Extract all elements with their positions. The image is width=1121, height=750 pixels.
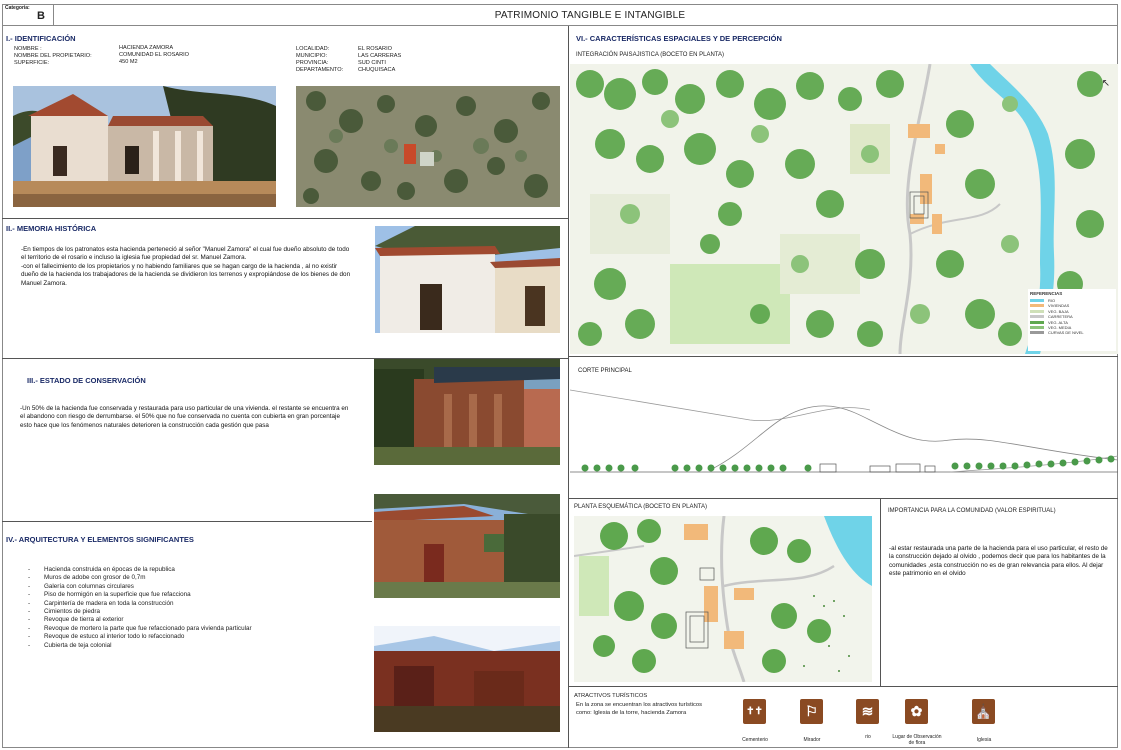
church-label: Iglesia — [976, 737, 992, 743]
legend-label: VEG. ALTA — [1048, 319, 1068, 325]
svg-text:↖: ↖ — [1102, 78, 1110, 89]
river-label: rio — [865, 734, 871, 740]
estado-title: III.- ESTADO DE CONSERVACIÓN — [27, 376, 146, 385]
value-departamento: CHUQUISACA — [358, 67, 396, 73]
atractivos-title: ATRACTIVOS TURÍSTICOS — [574, 693, 648, 699]
aerial-photo — [296, 86, 560, 207]
legend-swatch — [1030, 315, 1044, 319]
main-divider — [568, 26, 569, 748]
arquitectura-title: IV.- ARQUITECTURA Y ELEMENTOS SIGNIFICAN… — [6, 535, 194, 544]
legend-label: CURVAS DE NIVEL — [1048, 330, 1084, 336]
legend-label: CARRETERA — [1048, 314, 1073, 320]
value-superficie: 450 M2 — [119, 59, 138, 65]
estado-text: -Un 50% de la hacienda fue conservada y … — [20, 405, 349, 429]
list-item: Muros de adobe con grosor de 0,7m — [22, 574, 352, 583]
memoria-paragraph-2: -con el fallecimiento de los propietario… — [21, 262, 351, 287]
section-drawing — [569, 380, 1119, 490]
document-title: PATRIMONIO TANGIBLE E INTANGIBLE — [494, 10, 686, 21]
legend-items: RIO VIVIENDAS VEG. BAJA CARRETERA VEG. A… — [1030, 298, 1084, 336]
value-nombre: HACIENDA ZAMORA — [119, 45, 174, 51]
schematic-plan-map — [574, 516, 872, 682]
cemetery-label: Cementerio — [742, 737, 768, 743]
importancia-title: IMPORTANCIA PARA LA COMUNIDAD (VALOR ESP… — [888, 508, 1056, 514]
legend-title: REFERENCIAS — [1030, 291, 1063, 296]
list-item: Galería con columnas circulares — [22, 583, 352, 592]
label-nombre: NOMBRE : — [14, 46, 42, 52]
corte-title: CORTE PRINCIPAL — [578, 368, 632, 374]
legend-swatch — [1030, 299, 1044, 302]
memoria-title: II.- MEMORIA HISTÓRICA — [6, 224, 97, 233]
legend-label: VEG. BAJA — [1048, 308, 1069, 314]
divider-after-estado — [2, 521, 372, 522]
legend-swatch — [1030, 304, 1044, 308]
legend-swatch — [1030, 320, 1044, 324]
label-superficie: SUPERFICIE: — [14, 60, 50, 66]
list-item: Revoque de estuco al interior todo lo re… — [22, 633, 352, 642]
legend-swatch — [1030, 331, 1044, 335]
planta-title: PLANTA ESQUEMÁTICA (BOCETO EN PLANTA) — [574, 504, 708, 510]
architecture-photo-1 — [374, 494, 560, 598]
church-icon: ⛪ — [972, 699, 995, 724]
caracteristicas-title: VI.- CARACTERÍSTICAS ESPACIALES Y DE PER… — [576, 34, 782, 43]
identificacion-title: I.- IDENTIFICACIÓN — [6, 34, 76, 43]
hacienda-side-photo — [375, 226, 560, 333]
category-label: Categoria: — [5, 5, 30, 11]
legend-label: VEG. MEDIA — [1048, 325, 1072, 331]
flora-icon: ✿ — [905, 699, 928, 724]
atractivos-text: En la zona se encuentran los atractivos … — [576, 702, 702, 716]
legend-swatch — [1030, 326, 1044, 330]
divider-planta-importancia — [880, 498, 881, 686]
memoria-text: -En tiempos de los patronatos esta hacie… — [21, 246, 351, 288]
category-value: B — [37, 10, 45, 22]
list-item: Carpintería de madera en toda la constru… — [22, 600, 352, 609]
hacienda-facade-photo — [13, 86, 276, 207]
list-item: Revoque de tierra al exterior — [22, 616, 352, 625]
list-item: Piso de hormigón en la superficie que fu… — [22, 591, 352, 600]
conservation-photo — [374, 359, 560, 465]
label-propietario: NOMBRE DEL PROPIETARIO: — [14, 53, 92, 59]
divider-after-corte — [568, 498, 1118, 499]
value-propietario: COMUNIDAD EL ROSARIO — [119, 52, 190, 58]
integracion-subtitle: INTEGRACIÓN PAISAJISTICA (BOCETO EN PLAN… — [576, 52, 725, 58]
value-provincia: SUD CINTI — [358, 60, 386, 66]
identificacion-left-labels: NOMBRE : NOMBRE DEL PROPIETARIO: SUPERFI… — [14, 46, 134, 67]
map-legend: REFERENCIAS RIO VIVIENDAS VEG. BAJA CARR… — [1028, 289, 1116, 351]
legend-label: RIO — [1048, 298, 1056, 303]
arquitectura-list: Hacienda construida en épocas de la repu… — [22, 566, 352, 650]
value-localidad: EL ROSARIO — [358, 46, 392, 52]
identificacion-right-values: EL ROSARIO LAS CARRERAS SUD CINTI CHUQUI… — [358, 46, 478, 74]
viewpoint-glyph: ⚐ — [805, 703, 818, 719]
divider-after-identificacion — [2, 218, 568, 219]
legend-swatch — [1030, 309, 1044, 313]
viewpoint-icon: ⚐ — [800, 699, 823, 724]
identificacion-left-values: HACIENDA ZAMORA COMUNIDAD EL ROSARIO 450… — [119, 45, 269, 66]
architecture-photo-2 — [374, 626, 560, 732]
memoria-paragraph-1: -En tiempos de los patronatos esta hacie… — [21, 246, 350, 262]
river-glyph: ≋ — [861, 703, 874, 719]
list-item: Cubierta de teja colonial — [22, 642, 352, 651]
viewpoint-label: Mirador — [803, 737, 821, 743]
cemetery-glyph: ✝✝ — [746, 706, 763, 717]
legend-label: VIVIENDAS — [1048, 303, 1070, 309]
divider-before-atractivos — [568, 686, 1118, 687]
list-item: Hacienda construida en épocas de la repu… — [22, 566, 352, 575]
flora-label: Lugar de Observación de flora — [892, 734, 942, 746]
river-icon: ≋ — [856, 699, 879, 724]
importancia-text: -al estar restaurada una parte de la hac… — [889, 545, 1108, 578]
list-item: Cimientos de piedra — [22, 608, 352, 617]
flora-glyph: ✿ — [910, 703, 923, 719]
church-glyph: ⛪ — [974, 703, 993, 719]
value-municipio: LAS CARRERAS — [358, 53, 402, 59]
list-item: Revoque de mortero la parte que fue refa… — [22, 625, 352, 634]
cemetery-icon: ✝✝ — [743, 699, 766, 724]
divider-after-map — [568, 356, 1118, 357]
